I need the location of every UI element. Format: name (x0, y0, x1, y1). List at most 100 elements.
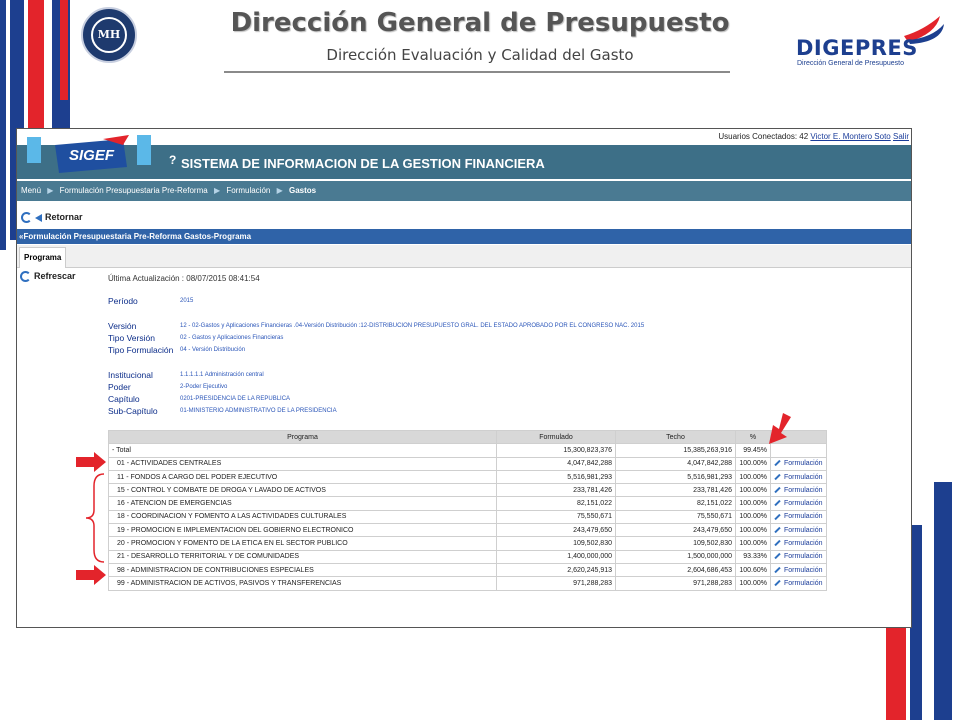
cell-action: Formulación (770, 523, 827, 538)
formulacion-link[interactable]: Formulación (774, 473, 823, 481)
cell-programa: 98 - ADMINISTRACION DE CONTRIBUCIONES ES… (108, 562, 497, 578)
pencil-icon (774, 500, 781, 507)
formulacion-link[interactable]: Formulación (774, 579, 823, 587)
red-arrow-icon (76, 452, 106, 472)
tipo-formulacion-label: Tipo Formulación (108, 345, 174, 355)
formulacion-link[interactable]: Formulación (774, 553, 823, 560)
cell-programa: 15 - CONTROL Y COMBATE DE DROGA Y LAVADO… (108, 483, 497, 498)
cell-techo: 82,151,022 (615, 496, 736, 511)
cell-formulado: 82,151,022 (496, 496, 616, 511)
cell-techo: 4,047,842,288 (615, 456, 736, 471)
formulacion-link[interactable]: Formulación (774, 539, 823, 547)
refresh-button[interactable]: Refrescar (20, 271, 76, 283)
pencil-icon (774, 566, 781, 573)
capitulo-value: 0201-PRESIDENCIA DE LA REPUBLICA (180, 396, 291, 402)
formulacion-link[interactable]: Formulación (774, 500, 823, 507)
cell-formulado: 109,502,830 (496, 536, 616, 551)
table-row: 20 - PROMOCION Y FOMENTO DE LA ETICA EN … (108, 536, 827, 551)
red-arrow-icon (76, 565, 106, 585)
table-row: 16 - ATENCION DE EMERGENCIAS 82,151,022 82… (108, 496, 827, 511)
cell-pct: 100.00% (735, 469, 771, 485)
table-row: 19 - PROMOCION E IMPLEMENTACION DEL GOBI… (108, 523, 827, 538)
cell-action (770, 443, 827, 458)
cell-techo: 243,479,650 (615, 523, 736, 538)
formulacion-link[interactable]: Formulación (774, 486, 823, 494)
table-row: 01 - ACTIVIDADES CENTRALES 4,047,842,288 4… (108, 456, 827, 471)
breadcrumb-formulacion[interactable]: Formulación (226, 186, 270, 195)
cell-programa: 20 - PROMOCION Y FOMENTO DE LA ETICA EN … (108, 536, 497, 551)
breadcrumb-formulacion-presupuestaria[interactable]: Formulación Presupuestaria Pre-Reforma (60, 186, 208, 195)
pencil-icon (774, 460, 781, 467)
cell-pct: 99.45% (735, 443, 771, 458)
cell-programa: 16 - ATENCION DE EMERGENCIAS (108, 496, 497, 511)
tipo-version-label: Tipo Versión (108, 333, 155, 343)
cell-techo: 1,500,000,000 (615, 549, 736, 564)
user-link[interactable]: Victor E. Montero Soto (810, 132, 890, 141)
cell-action: Formulación (770, 456, 827, 471)
tab-programa[interactable]: Programa (19, 247, 67, 268)
formulacion-link[interactable]: Formulación (774, 566, 823, 574)
table-row: 11 - FONDOS A CARGO DEL PODER EJECUTIVO 5… (108, 469, 827, 485)
cell-formulado: 233,781,426 (496, 483, 616, 498)
formulacion-link[interactable]: Formulación (774, 526, 823, 534)
pencil-icon (774, 539, 781, 547)
cell-formulado: 4,047,842,288 (496, 456, 616, 471)
cell-programa: 21 - DESARROLLO TERRITORIAL Y DE COMUNID… (108, 549, 497, 564)
sigef-screenshot: Usuarios Conectados: 42 Victor E. Monter… (16, 128, 912, 628)
version-value: 12 - 02-Gastos y Aplicaciones Financiera… (180, 323, 645, 329)
pencil-icon (774, 486, 781, 494)
refresh-icon (20, 271, 31, 283)
header-techo: Techo (615, 429, 736, 445)
cell-programa: - Total (108, 443, 497, 458)
poder-value: 2-Poder Ejecutivo (180, 384, 228, 390)
right-blue-bar-2 (934, 482, 952, 720)
formulacion-link[interactable]: Formulación (774, 460, 823, 467)
cell-programa: 11 - FONDOS A CARGO DEL PODER EJECUTIVO (108, 469, 497, 485)
cell-pct: 100.00% (735, 523, 771, 538)
institucional-value: 1.1.1.1.1 Administración central (180, 372, 264, 378)
cell-programa: 18 - COORDINACION Y FOMENTO A LAS ACTIVI… (108, 509, 497, 525)
cell-techo: 971,288,283 (615, 576, 736, 591)
cell-formulado: 15,300,823,376 (496, 443, 616, 458)
cell-programa: 99 - ADMINISTRACION DE ACTIVOS, PASIVOS … (108, 576, 497, 591)
cell-pct: 93.33% (735, 549, 771, 564)
cell-pct: 100.00% (735, 496, 771, 511)
cell-pct: 100.00% (735, 576, 771, 591)
formulacion-link[interactable]: Formulación (774, 513, 823, 520)
system-title: SISTEMA DE INFORMACION DE LA GESTION FIN… (181, 156, 545, 171)
cell-techo: 5,516,981,293 (615, 469, 736, 485)
cell-pct: 100.00% (735, 536, 771, 551)
cell-techo: 109,502,830 (615, 536, 736, 551)
cell-action: Formulación (770, 576, 827, 591)
pencil-icon (774, 513, 781, 520)
cell-formulado: 971,288,283 (496, 576, 616, 591)
cell-pct: 100.00% (735, 456, 771, 471)
periodo-value: 2015 (180, 298, 194, 304)
cell-action: Formulación (770, 469, 827, 485)
back-arrow-icon (35, 213, 42, 222)
header-formulado: Formulado (496, 429, 616, 445)
pencil-icon (774, 579, 781, 587)
chevron-right-icon: ▶ (213, 186, 221, 195)
cell-techo: 2,604,686,453 (615, 562, 736, 578)
table-row: 18 - COORDINACION Y FOMENTO A LAS ACTIVI… (108, 509, 827, 525)
back-button[interactable]: Retornar (21, 212, 83, 224)
red-arrow-down-icon (769, 413, 791, 444)
breadcrumb-menu[interactable]: Menú (21, 186, 41, 195)
logout-link[interactable]: Salir (893, 132, 909, 141)
institucional-label: Institucional (108, 370, 153, 380)
cell-action: Formulación (770, 549, 827, 564)
table-row: 99 - ADMINISTRACION DE ACTIVOS, PASIVOS … (108, 576, 827, 591)
subcapitulo-value: 01-MINISTERIO ADMINISTRATIVO DE LA PRESI… (180, 408, 337, 414)
periodo-label: Período (108, 296, 138, 306)
cell-formulado: 1,400,000,000 (496, 549, 616, 564)
cell-formulado: 5,516,981,293 (496, 469, 616, 485)
cell-action: Formulación (770, 509, 827, 525)
cell-techo: 15,385,263,916 (615, 443, 736, 458)
cell-pct: 100.00% (735, 483, 771, 498)
table-total-row: - Total 15,300,823,376 15,385,263,916 99.45… (108, 443, 827, 458)
header-programa: Programa (108, 429, 497, 445)
cell-pct: 100.00% (735, 509, 771, 525)
breadcrumb-gastos: Gastos (288, 186, 317, 195)
table-row: 98 - ADMINISTRACION DE CONTRIBUCIONES ES… (108, 562, 827, 578)
